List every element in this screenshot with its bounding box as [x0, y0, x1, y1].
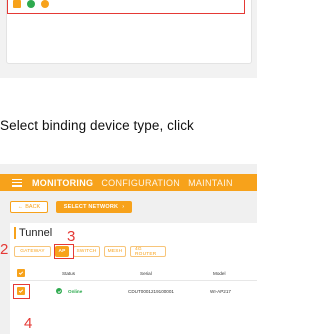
nav-monitoring[interactable]: MONITORING — [32, 178, 93, 188]
tab-gateway[interactable]: GATEWAY — [14, 246, 51, 257]
status-value: Online — [68, 289, 83, 294]
table-header: Status Serial Model — [10, 266, 257, 281]
previous-table-card — [6, 0, 252, 64]
select-all-checkbox[interactable] — [17, 269, 25, 277]
previous-step-panel — [0, 0, 257, 78]
back-button[interactable]: ← BACK — [10, 201, 48, 213]
annotation-2: 2 — [0, 241, 9, 258]
back-label: BACK — [25, 204, 41, 210]
column-model: Model — [213, 271, 226, 276]
tab-4g-router[interactable]: 4G ROUTER — [130, 246, 166, 257]
row-checkbox-highlight — [13, 284, 30, 299]
warning-status-icon — [41, 0, 49, 8]
tab-switch[interactable]: SWITCH — [73, 246, 100, 257]
chevron-right-icon: › — [122, 204, 125, 210]
tunnel-panel: Tunnel 2 3 4 GATEWAY AP SWITCH MESH 4G R… — [0, 223, 257, 334]
ap-tab-highlight — [54, 244, 74, 259]
device-type-tabs: GATEWAY AP SWITCH MESH 4G ROUTER — [14, 246, 166, 257]
serial-value: CDUT0001219100001 — [128, 289, 174, 294]
select-network-label: SELECT NETWORK — [63, 204, 119, 210]
tab-mesh[interactable]: MESH — [104, 246, 126, 257]
menu-icon[interactable] — [12, 178, 22, 187]
model-value: WI-AP217 — [210, 289, 231, 294]
online-status-icon — [56, 288, 62, 294]
nav-configuration[interactable]: CONFIGURATION — [101, 178, 180, 188]
arrow-left-icon: ← — [17, 204, 24, 210]
instruction-text: Select binding device type, click — [0, 118, 194, 133]
toolbar: ← BACK SELECT NETWORK › — [10, 201, 132, 213]
panel-title: Tunnel — [14, 227, 52, 239]
row-checkbox[interactable] — [13, 0, 21, 8]
annotation-4: 4 — [24, 315, 33, 332]
nav-maintain[interactable]: MAINTAIN — [188, 178, 233, 188]
column-serial: Serial — [140, 271, 152, 276]
online-status-icon — [27, 0, 35, 8]
app-screenshot: MONITORING CONFIGURATION MAINTAIN ← BACK… — [0, 164, 257, 334]
previous-table-row[interactable] — [13, 0, 49, 9]
annotation-3: 3 — [67, 228, 76, 245]
top-navbar: MONITORING CONFIGURATION MAINTAIN — [0, 174, 257, 191]
select-network-button[interactable]: SELECT NETWORK › — [56, 201, 132, 213]
table-row[interactable]: Online CDUT0001219100001 WI-AP217 — [10, 284, 257, 298]
column-status: Status — [62, 271, 76, 276]
